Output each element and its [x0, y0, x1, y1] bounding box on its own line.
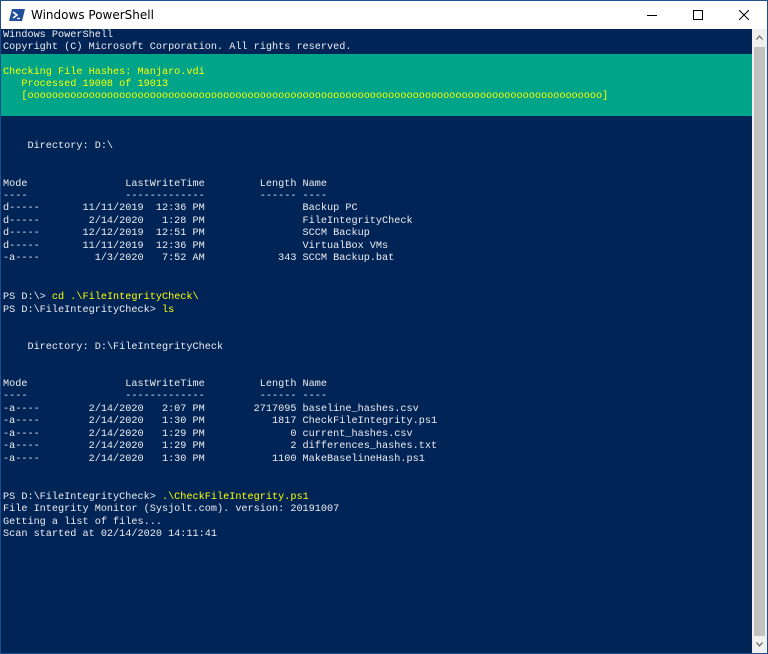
command-text: ls [161, 305, 175, 316]
listing-row: -a---- 1/3/2020 7:52 AM 343 SCCM Backup.… [3, 253, 395, 264]
title-bar[interactable]: Windows PowerShell [1, 1, 767, 29]
listing-row: d----- 12/12/2019 12:51 PM SCCM Backup [3, 228, 370, 239]
listing-row: d----- 11/11/2019 12:36 PM Backup PC [3, 203, 358, 214]
powershell-icon [9, 7, 25, 23]
prompt: PS D:\> [3, 292, 52, 303]
listing-row: d----- 2/14/2020 1:28 PM FileIntegrityCh… [3, 216, 413, 227]
listing-row: -a---- 2/14/2020 2:07 PM 2717095 baselin… [3, 404, 419, 415]
close-icon [739, 10, 749, 20]
listing-row: -a---- 2/14/2020 1:30 PM 1100 MakeBaseli… [3, 454, 425, 465]
output-line: Getting a list of files... [3, 517, 162, 528]
close-button[interactable] [721, 1, 767, 29]
listing-row: -a---- 2/14/2020 1:29 PM 0 current_hashe… [3, 429, 413, 440]
scroll-up-button[interactable] [752, 29, 767, 46]
minimize-icon [647, 15, 657, 16]
listing-header: Mode LastWriteTime Length Name [3, 379, 328, 390]
prompt: PS D:\FileIntegrityCheck> [3, 305, 162, 316]
scrollbar-thumb[interactable] [754, 47, 765, 636]
chevron-up-icon [756, 35, 763, 40]
command-text: cd .\FileIntegrityCheck\ [51, 292, 199, 303]
minimize-button[interactable] [629, 1, 675, 29]
output-line: File Integrity Monitor (Sysjolt.com). ve… [3, 504, 340, 515]
prompt-line: PS D:\FileIntegrityCheck> ls [3, 305, 174, 317]
listing-header: Mode LastWriteTime Length Name [3, 179, 328, 190]
prompt-line: PS D:\> cd .\FileIntegrityCheck\ [3, 292, 199, 304]
powershell-window: Windows PowerShell Windows PowerShell Co… [0, 0, 768, 654]
listing-row: -a---- 2/14/2020 1:29 PM 2 differences_h… [3, 441, 438, 452]
listing-underline: ---- ------------- ------ ---- [3, 391, 328, 402]
listing-underline: ---- ------------- ------ ---- [3, 191, 328, 202]
window-controls [629, 1, 767, 29]
chevron-down-icon [756, 642, 763, 647]
directory-label: Directory: D:\ [3, 141, 114, 152]
output-line: Scan started at 02/14/2020 14:11:41 [3, 529, 217, 540]
maximize-icon [693, 10, 703, 20]
listing-row: -a---- 2/14/2020 1:30 PM 1817 CheckFileI… [3, 416, 438, 427]
window-title: Windows PowerShell [31, 8, 154, 22]
maximize-button[interactable] [675, 1, 721, 29]
prompt-line: PS D:\FileIntegrityCheck> .\CheckFileInt… [3, 492, 309, 504]
prompt: PS D:\FileIntegrityCheck> [3, 492, 162, 503]
scroll-down-button[interactable] [752, 636, 767, 653]
command-text: .\CheckFileIntegrity.ps1 [161, 492, 309, 503]
listing-row: d----- 11/11/2019 12:36 PM VirtualBox VM… [3, 241, 389, 252]
vertical-scrollbar[interactable] [752, 29, 767, 653]
console-output: Directory: D:\ Mode LastWriteTime Length… [1, 29, 753, 653]
directory-label: Directory: D:\FileIntegrityCheck [3, 342, 224, 353]
